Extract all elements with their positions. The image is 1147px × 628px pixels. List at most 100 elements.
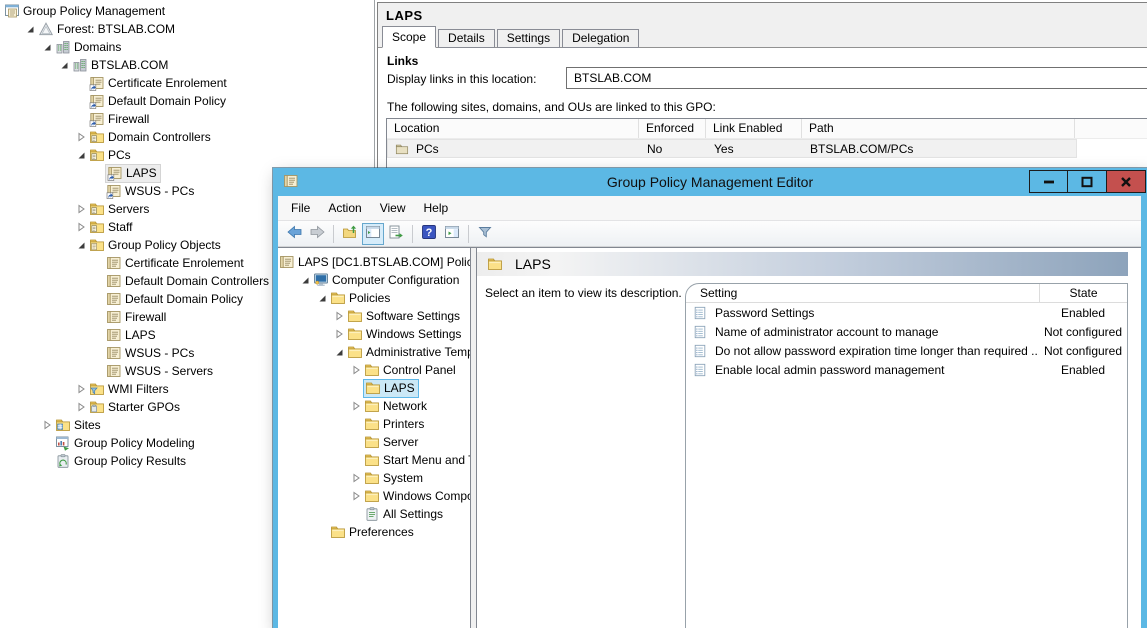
tree-item-default-domain-policy[interactable]: Default Domain Policy xyxy=(0,92,374,110)
tree-item-laps-dc1-btslab-com-policy[interactable]: LAPS [DC1.BTSLAB.COM] Policy xyxy=(278,253,470,271)
expander-collapsed-icon[interactable] xyxy=(330,308,347,324)
expander-expanded-icon[interactable] xyxy=(313,290,330,306)
setting-row-name-of-administrator-account-to-manage[interactable]: Name of administrator account to manageN… xyxy=(686,322,1127,341)
close-button[interactable] xyxy=(1107,170,1146,193)
tree-item-administrative-templates[interactable]: Administrative Templates xyxy=(278,343,470,361)
menu-view[interactable]: View xyxy=(371,201,415,215)
column-header-state[interactable]: State xyxy=(1039,284,1127,302)
tree-item-label: WSUS - Servers xyxy=(125,364,213,378)
tree-item-laps[interactable]: LAPS xyxy=(278,379,470,397)
settings-list-header[interactable]: SettingState xyxy=(686,284,1127,303)
expander-collapsed-icon[interactable] xyxy=(330,326,347,342)
expander-expanded-icon[interactable] xyxy=(72,147,89,163)
setting-name: Password Settings xyxy=(715,306,814,320)
maximize-button[interactable] xyxy=(1068,170,1107,193)
tree-item-system[interactable]: System xyxy=(278,469,470,487)
expander-collapsed-icon[interactable] xyxy=(347,362,364,378)
tree-item-forest-btslab-com[interactable]: Forest: BTSLAB.COM xyxy=(0,20,374,38)
tab-scope[interactable]: Scope xyxy=(382,26,436,48)
column-header-setting[interactable]: Setting xyxy=(686,286,1039,300)
folder-icon xyxy=(330,524,346,540)
minimize-button[interactable] xyxy=(1029,170,1068,193)
filter-icon xyxy=(477,224,493,243)
tree-item-domain-controllers[interactable]: Domain Controllers xyxy=(0,128,374,146)
tree-item-pcs[interactable]: PCs xyxy=(0,146,374,164)
show-action-pane-button[interactable] xyxy=(441,223,463,245)
tree-item-all-settings[interactable]: All Settings xyxy=(278,505,470,523)
help-button[interactable]: ? xyxy=(418,223,440,245)
setting-row-do-not-allow-password-expiration-time-longer-than-required[interactable]: Do not allow password expiration time lo… xyxy=(686,341,1127,360)
menu-action[interactable]: Action xyxy=(319,201,370,215)
starter-icon xyxy=(89,399,105,415)
expander-collapsed-icon[interactable] xyxy=(72,129,89,145)
computer-icon xyxy=(313,272,329,288)
column-header-location[interactable]: Location xyxy=(387,119,639,138)
tree-item-certificate-enrolement[interactable]: Certificate Enrolement xyxy=(0,74,374,92)
expander-slot xyxy=(38,435,55,451)
setting-row-enable-local-admin-password-management[interactable]: Enable local admin password managementEn… xyxy=(686,360,1127,379)
expander-expanded-icon[interactable] xyxy=(296,272,313,288)
tree-item-windows-settings[interactable]: Windows Settings xyxy=(278,325,470,343)
tree-item-windows-components[interactable]: Windows Components xyxy=(278,487,470,505)
tree-item-label: PCs xyxy=(108,148,131,162)
expander-expanded-icon[interactable] xyxy=(330,344,347,360)
tree-item-start-menu-and-taskbar[interactable]: Start Menu and Taskbar xyxy=(278,451,470,469)
menu-file[interactable]: File xyxy=(282,201,319,215)
window-controls xyxy=(1029,170,1146,193)
expander-expanded-icon[interactable] xyxy=(55,57,72,73)
tree-item-domains[interactable]: Domains xyxy=(0,38,374,56)
expander-slot xyxy=(89,255,106,271)
export-list-button[interactable] xyxy=(385,223,407,245)
tree-item-btslab-com[interactable]: BTSLAB.COM xyxy=(0,56,374,74)
up-level-button[interactable] xyxy=(339,223,361,245)
expander-collapsed-icon[interactable] xyxy=(347,470,364,486)
tab-settings[interactable]: Settings xyxy=(497,29,560,48)
filter-button[interactable] xyxy=(474,223,496,245)
expander-expanded-icon[interactable] xyxy=(72,237,89,253)
forward-button[interactable] xyxy=(306,223,328,245)
links-table-header[interactable]: LocationEnforcedLink EnabledPath xyxy=(387,119,1147,139)
show-console-tree-icon xyxy=(365,224,381,243)
tree-item-printers[interactable]: Printers xyxy=(278,415,470,433)
column-header-path[interactable]: Path xyxy=(802,119,1075,138)
show-console-tree-button[interactable] xyxy=(362,223,384,245)
tree-item-preferences[interactable]: Preferences xyxy=(278,523,470,541)
table-row[interactable]: PCsNoYesBTSLAB.COM/PCs xyxy=(387,139,1147,158)
show-action-pane-icon xyxy=(444,224,460,243)
tab-details[interactable]: Details xyxy=(438,29,495,48)
expander-collapsed-icon[interactable] xyxy=(347,398,364,414)
tree-item-label: Group Policy Results xyxy=(74,454,186,468)
column-header-enforced[interactable]: Enforced xyxy=(639,119,706,138)
gpme-titlebar[interactable]: Group Policy Management Editor xyxy=(273,168,1147,196)
tree-item-firewall[interactable]: Firewall xyxy=(0,110,374,128)
setting-state: Not configured xyxy=(1039,325,1127,339)
back-button[interactable] xyxy=(283,223,305,245)
tree-item-software-settings[interactable]: Software Settings xyxy=(278,307,470,325)
setting-row-password-settings[interactable]: Password SettingsEnabled xyxy=(686,303,1127,322)
tree-item-label: All Settings xyxy=(383,507,443,521)
expander-collapsed-icon[interactable] xyxy=(72,381,89,397)
expander-expanded-icon[interactable] xyxy=(21,21,38,37)
links-location-select[interactable]: BTSLAB.COM xyxy=(566,67,1147,89)
folder-icon xyxy=(364,470,380,486)
expander-collapsed-icon[interactable] xyxy=(347,488,364,504)
expander-expanded-icon[interactable] xyxy=(38,39,55,55)
tree-item-computer-configuration[interactable]: Computer Configuration xyxy=(278,271,470,289)
expander-collapsed-icon[interactable] xyxy=(38,417,55,433)
links-table[interactable]: LocationEnforcedLink EnabledPathPCsNoYes… xyxy=(386,118,1147,174)
settings-list[interactable]: SettingStatePassword SettingsEnabledName… xyxy=(685,283,1128,628)
tree-item-control-panel[interactable]: Control Panel xyxy=(278,361,470,379)
tree-item-label: Network xyxy=(383,399,427,413)
tree-item-policies[interactable]: Policies xyxy=(278,289,470,307)
tab-delegation[interactable]: Delegation xyxy=(562,29,639,48)
tree-item-network[interactable]: Network xyxy=(278,397,470,415)
column-header-link-enabled[interactable]: Link Enabled xyxy=(706,119,802,138)
expander-collapsed-icon[interactable] xyxy=(72,219,89,235)
expander-collapsed-icon[interactable] xyxy=(72,201,89,217)
tree-item-group-policy-management[interactable]: Group Policy Management xyxy=(0,2,374,20)
tree-item-server[interactable]: Server xyxy=(278,433,470,451)
pane-splitter[interactable] xyxy=(470,248,477,628)
menu-help[interactable]: Help xyxy=(415,201,458,215)
gpme-window: Group Policy Management Editor FileActio… xyxy=(273,168,1147,628)
expander-collapsed-icon[interactable] xyxy=(72,399,89,415)
